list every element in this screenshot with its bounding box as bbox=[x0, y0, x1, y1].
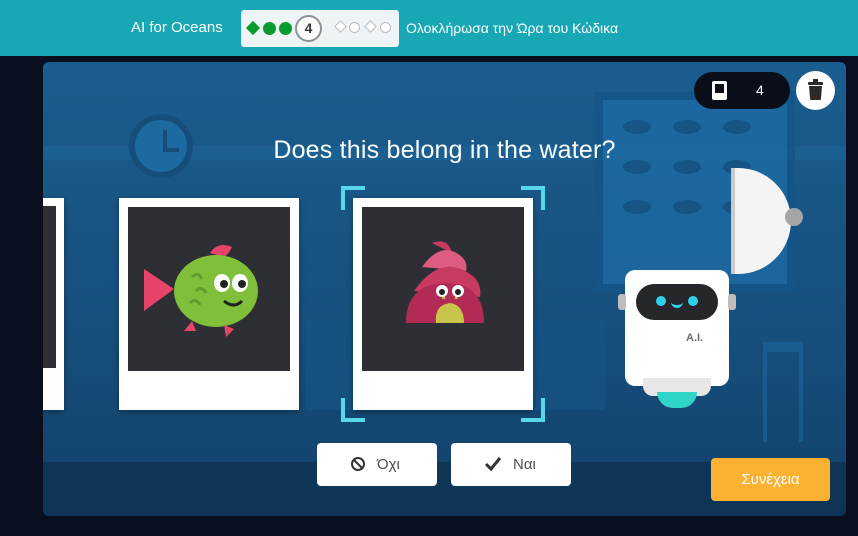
level-6-dot[interactable] bbox=[349, 22, 360, 33]
level-progress: 4 bbox=[241, 10, 399, 47]
card-count: 4 bbox=[756, 82, 764, 98]
focus-bracket-br bbox=[521, 398, 545, 422]
continue-button[interactable]: Συνέχεια bbox=[711, 458, 830, 501]
ban-icon bbox=[351, 457, 365, 471]
lab-stool bbox=[763, 342, 803, 442]
level-5-diamond[interactable] bbox=[334, 20, 347, 33]
robot-eye-right bbox=[688, 296, 698, 306]
fish-card bbox=[119, 198, 299, 410]
focus-bracket-tr bbox=[521, 186, 545, 210]
focus-bracket-bl bbox=[341, 398, 365, 422]
robot-lid-knob bbox=[785, 208, 803, 226]
level-1-diamond[interactable] bbox=[245, 20, 261, 36]
no-button[interactable]: Όχι bbox=[317, 443, 437, 486]
trash-button[interactable] bbox=[796, 71, 835, 110]
previous-card bbox=[43, 198, 64, 410]
check-icon bbox=[484, 457, 502, 472]
level-8-dot[interactable] bbox=[380, 22, 391, 33]
course-title[interactable]: AI for Oceans bbox=[131, 19, 223, 36]
robot-glow bbox=[657, 392, 697, 408]
robot-face bbox=[636, 284, 718, 320]
no-label: Όχι bbox=[377, 456, 400, 473]
card-counter: 4 bbox=[694, 72, 790, 109]
hermit-crab-icon bbox=[406, 241, 484, 323]
level-2-dot[interactable] bbox=[263, 22, 276, 35]
hermit-crab-card bbox=[341, 186, 545, 422]
level-3-dot[interactable] bbox=[279, 22, 292, 35]
game-scene: Does this belong in the water? 4 A.I. Όχ… bbox=[43, 62, 846, 516]
current-level-badge[interactable]: 4 bbox=[295, 15, 322, 42]
yes-button[interactable]: Ναι bbox=[451, 443, 571, 486]
top-header: AI for Oceans 4 Ολοκλήρωσα την Ώρα του Κ… bbox=[0, 0, 858, 56]
question-heading: Does this belong in the water? bbox=[273, 136, 616, 164]
finish-hour-of-code-link[interactable]: Ολοκλήρωσα την Ώρα του Κώδικα bbox=[406, 20, 618, 36]
robot-eye-left bbox=[656, 296, 666, 306]
trash-icon bbox=[808, 79, 823, 100]
level-7-diamond[interactable] bbox=[364, 20, 377, 33]
ai-robot: A.I. bbox=[618, 270, 736, 386]
fish-icon bbox=[144, 245, 258, 337]
card-stack-icon bbox=[712, 81, 727, 100]
robot-label: A.I. bbox=[686, 332, 704, 344]
hermit-crab-image bbox=[362, 207, 524, 371]
robot-mouth bbox=[671, 300, 683, 308]
yes-label: Ναι bbox=[513, 456, 536, 473]
focus-bracket-tl bbox=[341, 186, 365, 210]
fish-image bbox=[128, 207, 290, 371]
